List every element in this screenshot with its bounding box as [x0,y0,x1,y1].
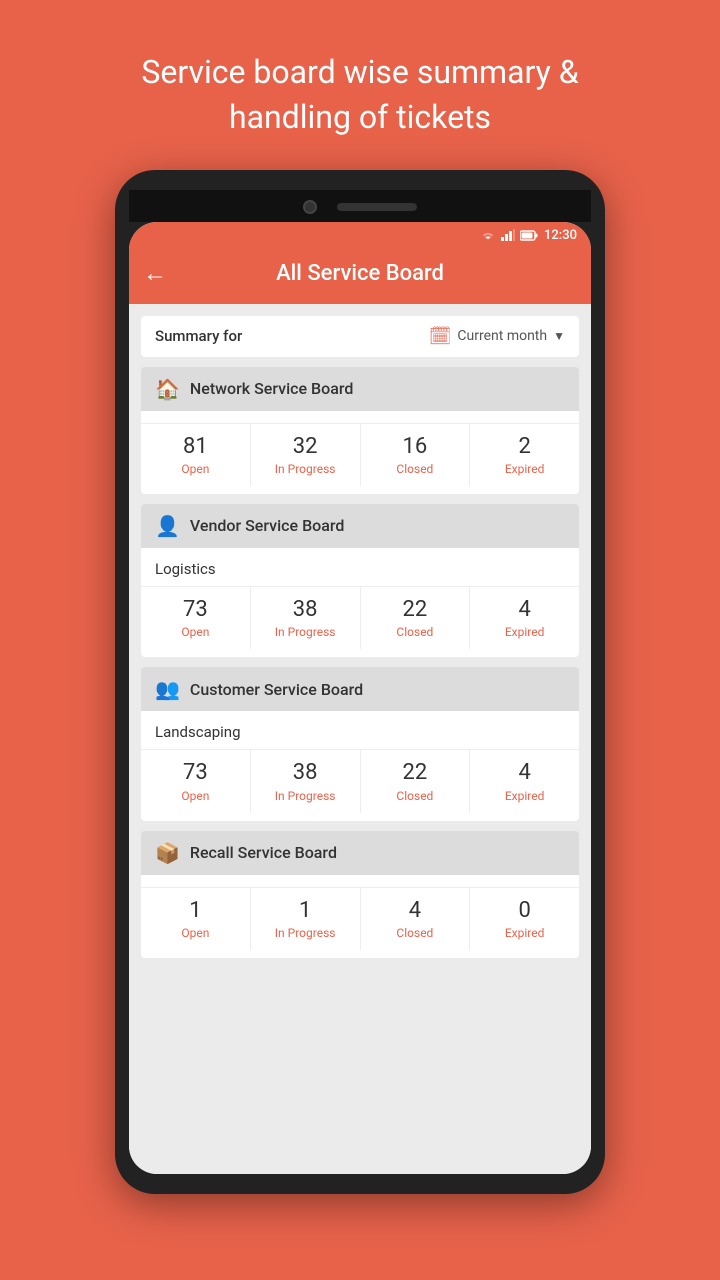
phone-mockup: 12:30 ← All Service Board Summary for 🗓 … [115,170,605,1194]
stat-cell-vendor-open[interactable]: 73 Open [141,587,251,649]
stat-label-customer-1: In Progress [275,789,336,803]
stats-row-customer: 73 Open 38 In Progress 22 Closed 4 Expir… [141,749,579,812]
board-icon-customer: 👥 [155,677,180,701]
stat-number-customer-1: 38 [293,760,318,786]
board-subtitle-vendor: Logistics [141,560,579,586]
board-card-vendor[interactable]: Logistics 73 Open 38 In Progress 22 Clos… [141,548,579,657]
stat-label-customer-2: Closed [396,789,433,803]
header-title: All Service Board [179,261,577,286]
board-header-recall[interactable]: 📦 Recall Service Board [141,831,579,875]
stat-number-recall-1: 1 [299,898,311,924]
filter-label: Summary for [155,327,242,345]
stat-label-vendor-0: Open [181,625,209,639]
battery-icon [520,230,538,241]
stat-cell-recall-closed[interactable]: 4 Closed [361,888,471,950]
stat-label-customer-3: Expired [505,789,545,803]
stat-label-network-0: Open [181,462,209,476]
board-section-customer: 👥 Customer Service Board Landscaping 73 … [141,667,579,820]
stat-cell-customer-closed[interactable]: 22 Closed [361,750,471,812]
stat-label-recall-3: Expired [505,926,545,940]
stat-label-vendor-1: In Progress [275,625,336,639]
board-header-customer[interactable]: 👥 Customer Service Board [141,667,579,711]
app-header: ← All Service Board [129,249,591,304]
board-section-network: 🏠 Network Service Board 81 Open 32 In Pr… [141,367,579,494]
stat-number-network-1: 32 [293,434,318,460]
board-section-recall: 📦 Recall Service Board 1 Open 1 In Progr… [141,831,579,958]
stat-cell-customer-open[interactable]: 73 Open [141,750,251,812]
board-subtitle-customer: Landscaping [141,723,579,749]
stat-number-network-3: 2 [518,434,530,460]
speaker-bar [337,203,417,211]
stat-cell-customer-in-progress[interactable]: 38 In Progress [251,750,361,812]
month-selector[interactable]: 🗓 Current month ▼ [429,326,565,347]
stat-label-customer-0: Open [181,789,209,803]
dropdown-arrow-icon: ▼ [553,329,565,343]
stat-label-recall-0: Open [181,926,209,940]
board-card-network[interactable]: 81 Open 32 In Progress 16 Closed 2 Expir… [141,411,579,494]
board-name-network: Network Service Board [190,379,353,398]
calendar-icon: 🗓 [429,326,452,347]
stat-cell-network-expired[interactable]: 2 Expired [470,424,579,486]
wifi-icon [480,229,496,241]
stat-cell-vendor-expired[interactable]: 4 Expired [470,587,579,649]
phone-top-hardware [129,190,591,222]
stat-label-network-2: Closed [396,462,433,476]
stat-number-recall-2: 4 [409,898,421,924]
board-section-vendor: 👤 Vendor Service Board Logistics 73 Open… [141,504,579,657]
board-icon-vendor: 👤 [155,514,180,538]
board-icon-recall: 📦 [155,841,180,865]
camera-dot [303,200,317,214]
signal-icon [501,229,515,241]
stats-row-recall: 1 Open 1 In Progress 4 Closed 0 Expired [141,887,579,950]
back-button[interactable]: ← [143,259,167,288]
status-bar: 12:30 [129,222,591,249]
stat-label-recall-1: In Progress [275,926,336,940]
status-time: 12:30 [544,228,577,243]
stat-number-customer-2: 22 [403,760,428,786]
filter-bar: Summary for 🗓 Current month ▼ [141,316,579,357]
board-card-recall[interactable]: 1 Open 1 In Progress 4 Closed 0 Expired [141,875,579,958]
board-header-network[interactable]: 🏠 Network Service Board [141,367,579,411]
board-name-recall: Recall Service Board [190,843,337,862]
stat-cell-recall-open[interactable]: 1 Open [141,888,251,950]
stat-label-vendor-2: Closed [396,625,433,639]
stat-number-vendor-2: 22 [403,597,428,623]
stat-label-network-1: In Progress [275,462,336,476]
page-background-title: Service board wise summary & handling of… [81,0,638,170]
stat-number-recall-0: 1 [189,898,201,924]
stat-cell-recall-expired[interactable]: 0 Expired [470,888,579,950]
stats-row-network: 81 Open 32 In Progress 16 Closed 2 Expir… [141,423,579,486]
stat-number-network-0: 81 [183,434,208,460]
phone-screen: 12:30 ← All Service Board Summary for 🗓 … [129,222,591,1174]
board-header-vendor[interactable]: 👤 Vendor Service Board [141,504,579,548]
month-option: Current month [457,328,547,344]
stat-cell-vendor-closed[interactable]: 22 Closed [361,587,471,649]
stats-row-vendor: 73 Open 38 In Progress 22 Closed 4 Expir… [141,586,579,649]
stat-cell-network-in-progress[interactable]: 32 In Progress [251,424,361,486]
stat-number-network-2: 16 [403,434,428,460]
board-card-customer[interactable]: Landscaping 73 Open 38 In Progress 22 Cl… [141,711,579,820]
stat-label-network-3: Expired [505,462,545,476]
stat-number-vendor-3: 4 [518,597,530,623]
stat-cell-vendor-in-progress[interactable]: 38 In Progress [251,587,361,649]
boards-list: 🏠 Network Service Board 81 Open 32 In Pr… [141,367,579,959]
board-name-customer: Customer Service Board [190,680,363,699]
stat-label-vendor-3: Expired [505,625,545,639]
stat-number-vendor-0: 73 [183,597,208,623]
stat-cell-network-open[interactable]: 81 Open [141,424,251,486]
stat-number-vendor-1: 38 [293,597,318,623]
status-icons [480,229,538,241]
stat-cell-customer-expired[interactable]: 4 Expired [470,750,579,812]
stat-cell-network-closed[interactable]: 16 Closed [361,424,471,486]
stat-number-recall-3: 0 [518,898,530,924]
stat-cell-recall-in-progress[interactable]: 1 In Progress [251,888,361,950]
board-icon-network: 🏠 [155,377,180,401]
board-name-vendor: Vendor Service Board [190,516,344,535]
stat-number-customer-0: 73 [183,760,208,786]
content-area[interactable]: Summary for 🗓 Current month ▼ 🏠 Network … [129,304,591,1174]
stat-number-customer-3: 4 [518,760,530,786]
stat-label-recall-2: Closed [396,926,433,940]
